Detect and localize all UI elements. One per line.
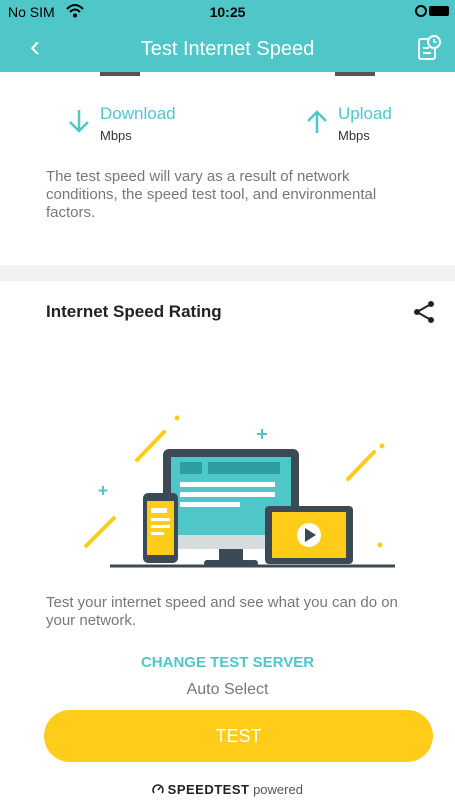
section-title: Internet Speed Rating (46, 302, 222, 321)
download-unit: Mbps (100, 128, 132, 143)
change-test-server-link[interactable]: CHANGE TEST SERVER (0, 654, 455, 671)
rotation-lock-icon (415, 5, 427, 17)
share-icon[interactable] (412, 300, 436, 324)
upload-unit: Mbps (338, 128, 370, 143)
status-bar: No SIM 10:25 (0, 0, 455, 24)
page-title: Test Internet Speed (140, 38, 315, 60)
powered-label: powered (253, 782, 303, 797)
battery-icon (429, 6, 449, 16)
download-value-placeholder (100, 72, 140, 76)
devices-illustration (84, 415, 395, 568)
download-arrow-icon (69, 110, 89, 133)
section-divider (0, 265, 455, 281)
test-button[interactable]: TEST (44, 710, 433, 762)
history-icon[interactable] (417, 34, 441, 62)
speedtest-powered-footer: SPEEDTEST powered (0, 782, 455, 797)
upload-arrow-icon (307, 110, 327, 133)
test-server-value: Auto Select (186, 681, 269, 698)
speedtest-brand: SPEEDTEST (167, 782, 250, 797)
download-label: Download (100, 104, 176, 123)
upload-label: Upload (338, 104, 392, 123)
speedtest-logo-icon (152, 784, 164, 794)
navigation-bar: ‹ Test Internet Speed (0, 24, 455, 72)
upload-value-placeholder (335, 72, 375, 76)
speed-rating-description: Test your internet speed and see what yo… (46, 594, 398, 629)
clock-time: 10:25 (209, 4, 246, 20)
speed-variance-note: The test speed will vary as a result of … (46, 168, 377, 221)
